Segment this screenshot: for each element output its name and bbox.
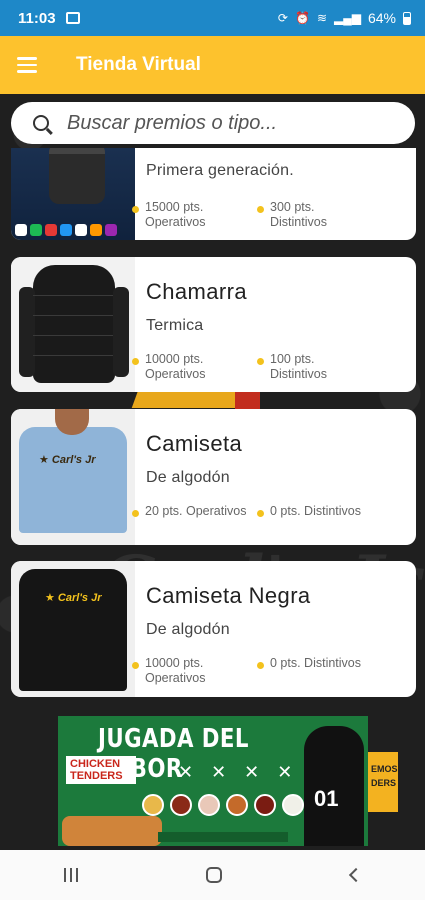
operativos-points: 15000 pts. Operativos [132, 200, 255, 230]
distintivos-points: 100 pts. Distintivos [257, 352, 360, 382]
black-tshirt-image: ★ Carl's Jr [11, 561, 135, 697]
status-icons: ⟳ ⏰ ≋ ▂▄▆ 64% [278, 10, 411, 26]
chicken-tenders-image [62, 816, 162, 846]
product-subtitle: Termica [146, 317, 204, 334]
distintivos-points: 0 pts. Distintivos [257, 504, 390, 519]
product-subtitle: De algodón [146, 469, 230, 486]
system-nav-bar [0, 850, 425, 900]
sauce-cups [142, 794, 304, 816]
jacket-image [11, 257, 135, 392]
alarm-icon: ⏰ [294, 11, 310, 25]
smart-speaker-image [11, 148, 135, 240]
battery-icon [403, 11, 411, 25]
status-time: 11:03 [18, 9, 56, 27]
product-subtitle: De algodón [146, 621, 230, 638]
operativos-points: 10000 pts. Operativos [132, 352, 255, 382]
promo-banner[interactable]: JUGADA DEL SABOR CHICKEN TENDERS ✕✕✕✕ 01 [58, 716, 368, 846]
search-icon [33, 115, 49, 131]
jersey-number: 01 [314, 786, 339, 811]
signal-icon: ▂▄▆ [334, 11, 361, 25]
product-card[interactable]: ★ Carl's Jr Camiseta Negra De algodón 10… [11, 561, 416, 697]
gallery-icon [65, 12, 80, 24]
search-bar[interactable] [11, 102, 415, 144]
wifi-icon: ≋ [316, 11, 327, 25]
operativos-points: 10000 pts. Operativos [132, 656, 255, 686]
back-icon[interactable] [348, 867, 363, 883]
battery-percent: 64% [367, 10, 396, 26]
product-title: Camiseta [146, 431, 243, 456]
sync-icon: ⟳ [277, 11, 288, 25]
product-title: Chamarra [146, 279, 248, 304]
distintivos-points: 0 pts. Distintivos [257, 656, 390, 671]
home-icon[interactable] [206, 867, 223, 883]
background-decoration-red [235, 392, 260, 410]
recents-icon[interactable] [64, 868, 79, 882]
product-card[interactable]: Primera generación. 15000 pts. Operativo… [11, 148, 416, 240]
banner-product-label: CHICKEN TENDERS [66, 756, 136, 784]
product-subtitle: Primera generación. [146, 162, 294, 179]
search-input[interactable] [67, 111, 367, 135]
player-image: 01 [304, 726, 364, 846]
product-title: Camiseta Negra [146, 583, 311, 608]
banner-x-marks: ✕✕✕✕ [178, 762, 311, 782]
page-title: Tienda Virtual [76, 54, 201, 75]
side-banner-tab[interactable]: EMOS DERS [368, 752, 398, 812]
product-card[interactable]: Chamarra Termica 10000 pts. Operativos 1… [11, 257, 416, 392]
blue-tshirt-image: ★ Carl's Jr [11, 409, 135, 545]
banner-footer [158, 832, 288, 842]
product-card[interactable]: ★ Carl's Jr Camiseta De algodón 20 pts. … [11, 409, 416, 545]
hamburger-menu-icon[interactable] [0, 36, 54, 94]
app-bar: Tienda Virtual [0, 36, 425, 94]
operativos-points: 20 pts. Operativos [132, 504, 255, 519]
distintivos-points: 300 pts. Distintivos [257, 200, 360, 230]
status-bar: 11:03 ⟳ ⏰ ≋ ▂▄▆ 64% [0, 0, 425, 36]
